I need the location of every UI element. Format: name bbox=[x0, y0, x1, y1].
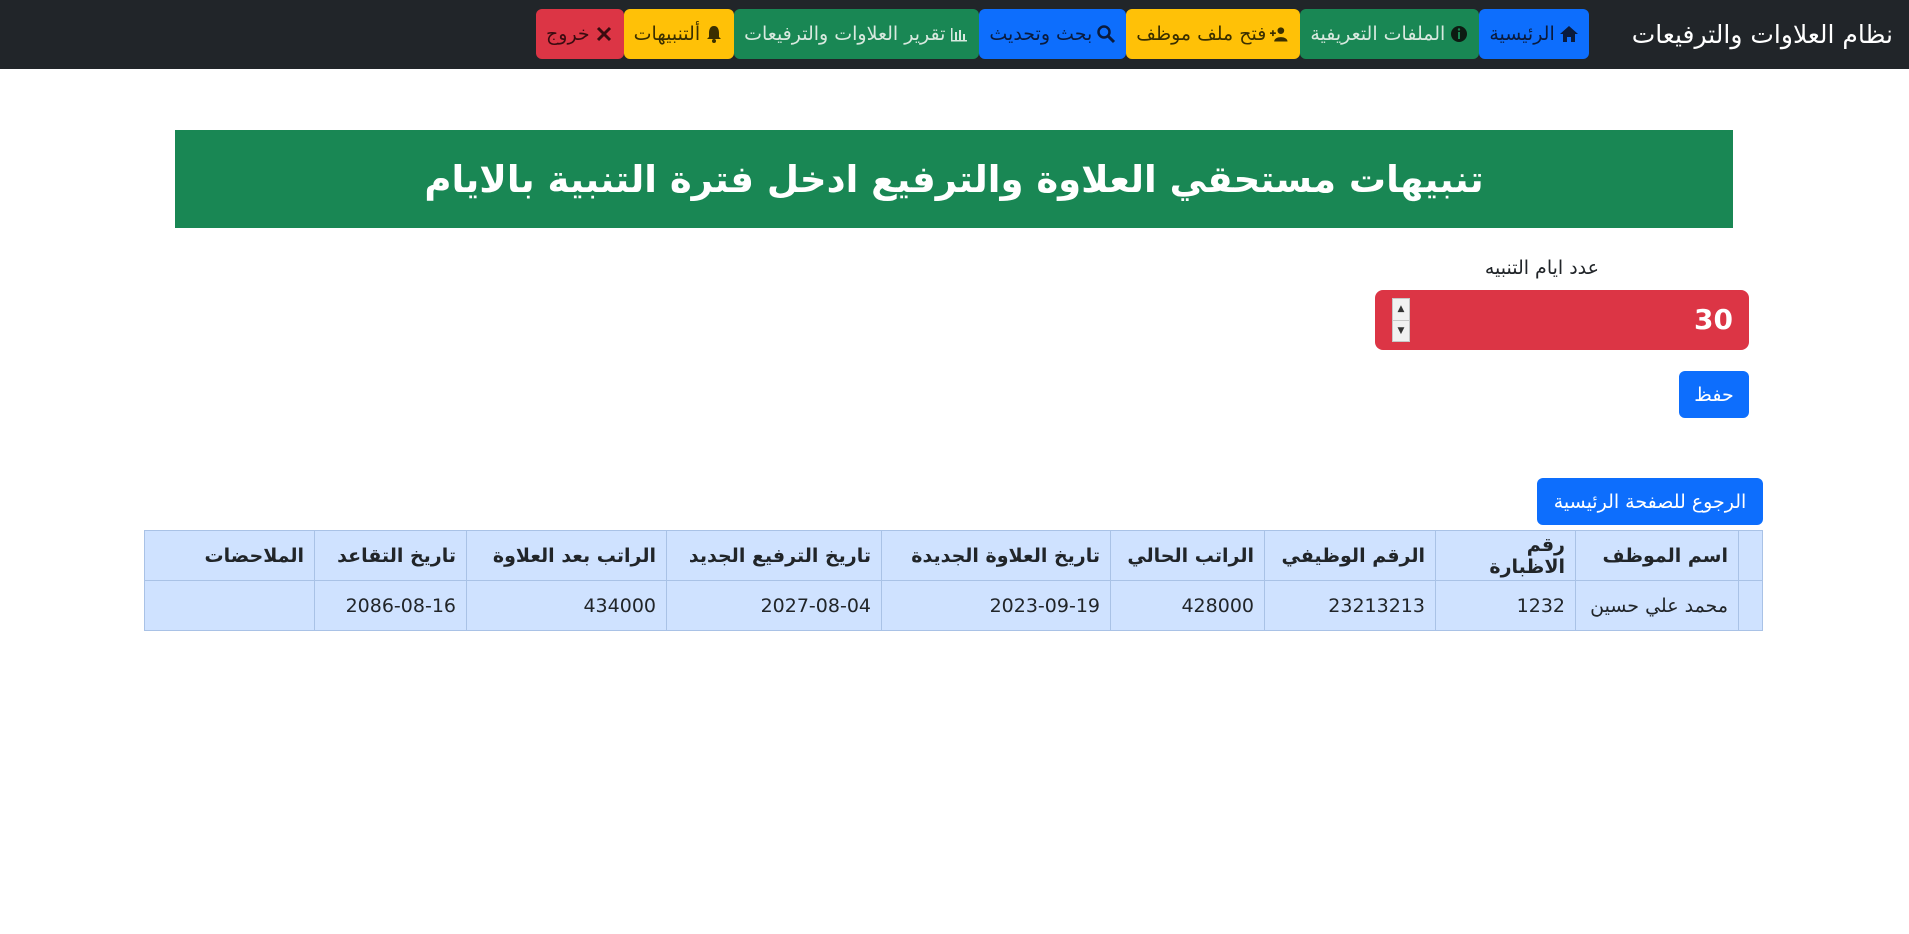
table-cell: 2023-09-19 bbox=[881, 580, 1111, 631]
search-icon bbox=[1097, 25, 1116, 44]
info-icon bbox=[1451, 26, 1468, 42]
table-header-cell: الراتب الحالي bbox=[1110, 530, 1265, 581]
nav-alerts-label: ألتنبيهات bbox=[633, 23, 701, 45]
table-cell: 1232 bbox=[1435, 580, 1576, 631]
nav-profiles-button[interactable]: الملفات التعريفية bbox=[1300, 9, 1480, 59]
table-cell bbox=[1738, 580, 1763, 631]
nav-profiles-label: الملفات التعريفية bbox=[1310, 23, 1446, 45]
table-cell: 428000 bbox=[1110, 580, 1265, 631]
home-icon bbox=[1559, 26, 1578, 42]
user-plus-icon bbox=[1270, 27, 1288, 42]
page-title: تنبيهات مستحقي العلاوة والترفيع ادخل فتر… bbox=[424, 157, 1484, 201]
nav-home-button[interactable]: الرئيسية bbox=[1479, 9, 1589, 59]
nav-search-button[interactable]: بحث وتحديث bbox=[979, 9, 1127, 59]
back-home-button[interactable]: الرجوع للصفحة الرئيسية bbox=[1537, 478, 1763, 525]
save-button[interactable]: حفظ bbox=[1679, 371, 1749, 418]
table-row: محمد علي حسين 1232 23213213 428000 2023-… bbox=[144, 580, 1763, 631]
alert-days-value: 30 bbox=[1694, 303, 1733, 336]
table-cell: 2027-08-04 bbox=[666, 580, 882, 631]
spinner-down-icon[interactable]: ▼ bbox=[1393, 321, 1409, 342]
nav-home-label: الرئيسية bbox=[1489, 23, 1555, 45]
table-cell: 23213213 bbox=[1264, 580, 1436, 631]
nav-report-label: تقرير العلاوات والترفيعات bbox=[744, 23, 946, 45]
nav-search-label: بحث وتحديث bbox=[989, 23, 1093, 45]
alert-days-input[interactable]: ▲ ▼ 30 bbox=[1375, 290, 1749, 350]
table-header-cell: تاريخ العلاوة الجديدة bbox=[881, 530, 1111, 581]
table-header-cell: الراتب بعد العلاوة bbox=[466, 530, 667, 581]
nav-logout-label: خروج bbox=[546, 23, 590, 45]
nav-open-file-label: فتح ملف موظف bbox=[1136, 23, 1267, 45]
table-header-cell: اسم الموظف bbox=[1575, 530, 1739, 581]
app-title: نظام العلاوات والترفيعات bbox=[1631, 20, 1893, 49]
table-cell: 2086-08-16 bbox=[314, 580, 467, 631]
spinner-up-icon[interactable]: ▲ bbox=[1393, 299, 1409, 321]
close-icon bbox=[596, 26, 611, 42]
nav-buttons: الرئيسية الملفات التعريفية فتح ملف موظف … bbox=[536, 9, 1589, 59]
table-header-cell: الرقم الوظيفي bbox=[1264, 530, 1436, 581]
table-header-cell: تاريخ الترفيع الجديد bbox=[666, 530, 882, 581]
nav-alerts-button[interactable]: ألتنبيهات bbox=[623, 9, 735, 59]
number-spinner[interactable]: ▲ ▼ bbox=[1392, 298, 1410, 342]
nav-open-file-button[interactable]: فتح ملف موظف bbox=[1126, 9, 1301, 59]
chart-icon bbox=[951, 28, 968, 42]
page-title-banner: تنبيهات مستحقي العلاوة والترفيع ادخل فتر… bbox=[175, 130, 1733, 228]
table-cell: 434000 bbox=[466, 580, 667, 631]
nav-logout-button[interactable]: خروج bbox=[536, 9, 624, 59]
table-cell: محمد علي حسين bbox=[1575, 580, 1739, 631]
table-cell bbox=[144, 580, 315, 631]
top-navbar: نظام العلاوات والترفيعات الرئيسية الملفا… bbox=[0, 0, 1909, 69]
table-header-cell: الملاحضات bbox=[144, 530, 315, 581]
alerts-table: اسم الموظف رقم الاظبارة الرقم الوظيفي ال… bbox=[144, 530, 1763, 631]
nav-report-button[interactable]: تقرير العلاوات والترفيعات bbox=[734, 9, 980, 59]
alert-days-label: عدد ايام التنبيه bbox=[1484, 257, 1599, 279]
bell-icon bbox=[707, 26, 722, 43]
table-header-cell bbox=[1738, 530, 1763, 581]
table-header-row: اسم الموظف رقم الاظبارة الرقم الوظيفي ال… bbox=[144, 530, 1763, 581]
table-header-cell: رقم الاظبارة bbox=[1435, 530, 1576, 581]
table-header-cell: تاريخ التقاعد bbox=[314, 530, 467, 581]
